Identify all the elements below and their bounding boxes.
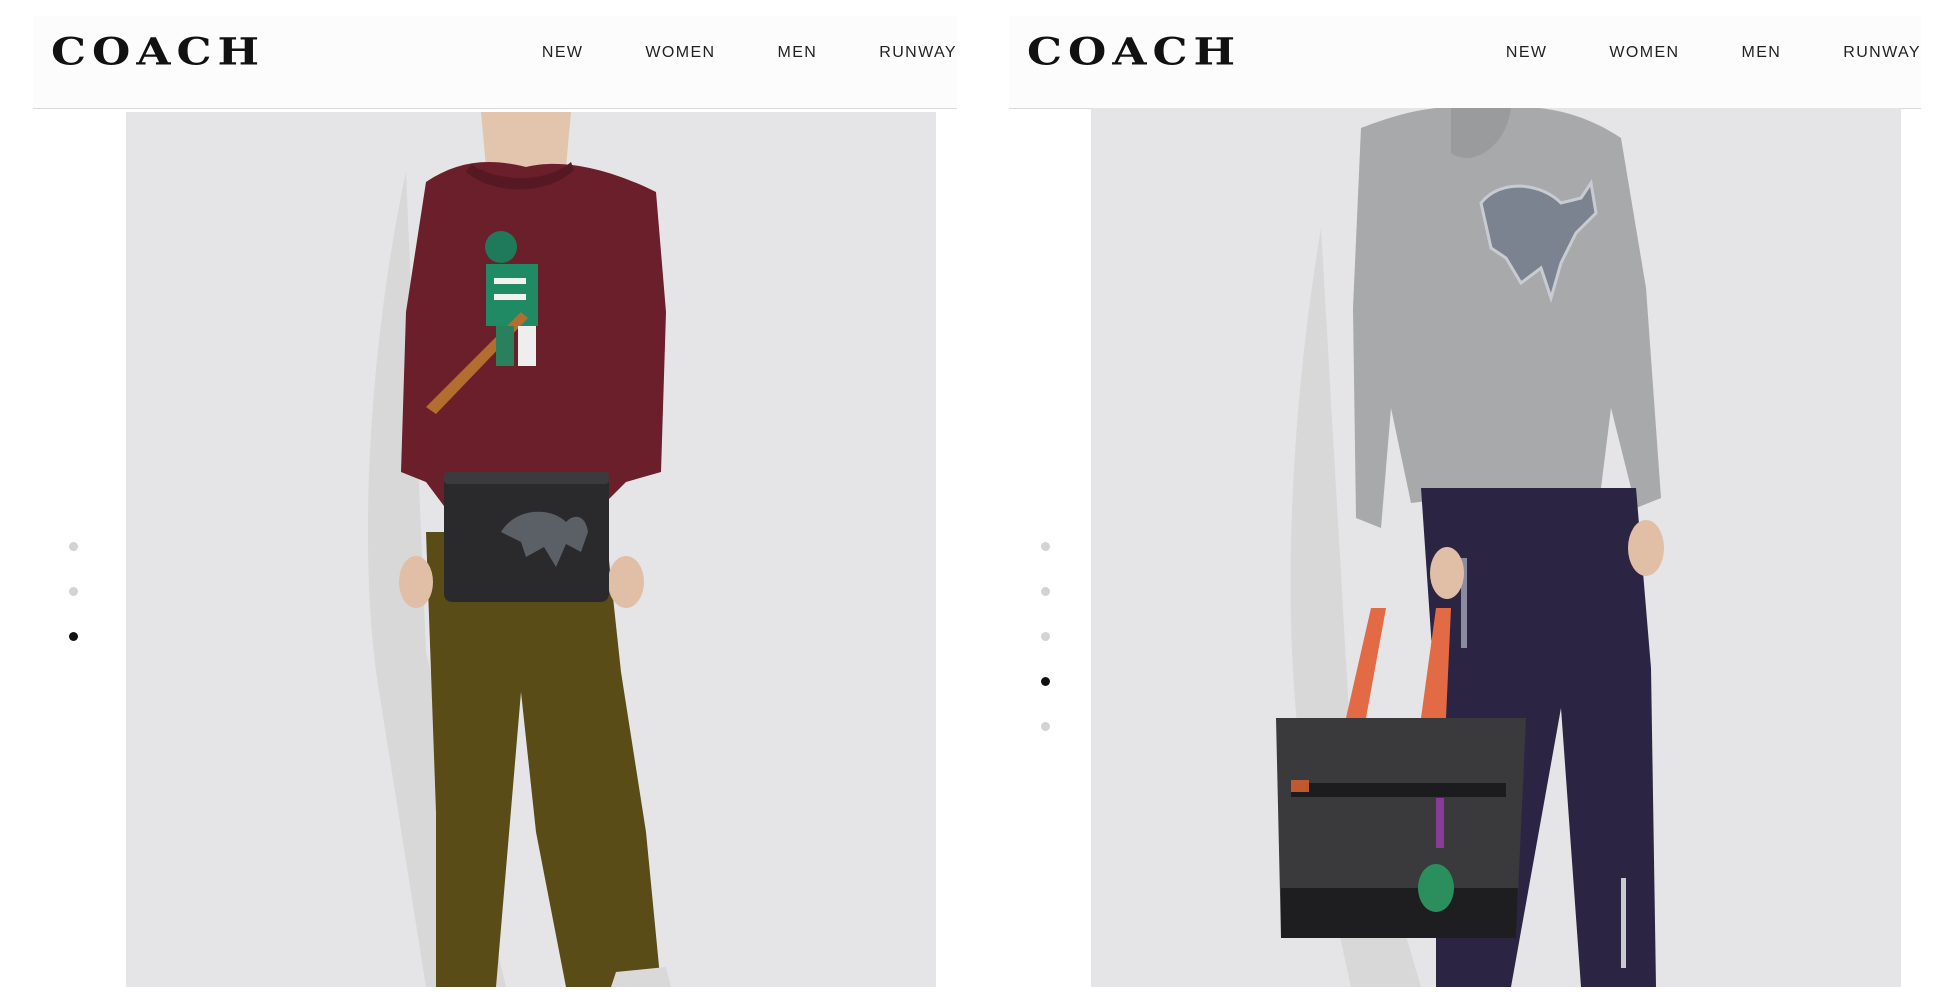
nav-men[interactable]: MEN [778,44,818,62]
carousel-dots [1041,542,1050,767]
main-nav: NEW WOMEN MEN RUNWAY [1444,44,1921,62]
carousel-dot-2[interactable] [69,587,78,596]
product-image[interactable] [126,112,936,987]
nav-new[interactable]: NEW [542,44,584,62]
nav-men[interactable]: MEN [1742,44,1782,62]
product-image[interactable] [1091,108,1901,987]
nav-runway[interactable]: RUNWAY [1843,44,1921,62]
carousel-dots [69,542,78,677]
product-panel-right: COACH NEW WOMEN MEN RUNWAY [1009,0,1921,994]
carousel-dot-3-active[interactable] [69,632,78,641]
nav-women[interactable]: WOMEN [1609,44,1679,62]
site-header: COACH NEW WOMEN MEN RUNWAY [33,16,957,109]
carousel-dot-3[interactable] [1041,632,1050,641]
carousel-dot-2[interactable] [1041,587,1050,596]
carousel-dot-4-active[interactable] [1041,677,1050,686]
main-nav: NEW WOMEN MEN RUNWAY [480,44,957,62]
brand-logo[interactable]: COACH [51,34,265,71]
carousel-dot-1[interactable] [69,542,78,551]
product-panel-left: COACH NEW WOMEN MEN RUNWAY [33,0,957,994]
nav-new[interactable]: NEW [1506,44,1548,62]
site-header: COACH NEW WOMEN MEN RUNWAY [1009,16,1921,109]
nav-women[interactable]: WOMEN [645,44,715,62]
brand-logo[interactable]: COACH [1027,34,1241,71]
carousel-dot-5[interactable] [1041,722,1050,731]
carousel-dot-1[interactable] [1041,542,1050,551]
nav-runway[interactable]: RUNWAY [879,44,957,62]
